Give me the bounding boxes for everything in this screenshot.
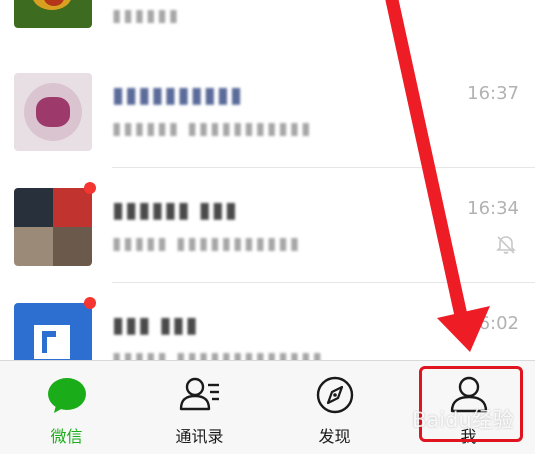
chat-preview: ▮▮▮▮▮ ▮▮▮▮▮▮▮▮▮▮▮▮▮ <box>112 349 324 360</box>
tab-label: 微信 <box>50 427 83 446</box>
contacts-icon <box>179 377 219 411</box>
tab-discover[interactable]: 发现 <box>268 361 401 454</box>
chat-list: ▮▮▮▮▮▮ ▮▮▮▮▮▮▮▮▮▮ 16:37 ▮▮▮▮▮▮ ▮▮▮▮▮▮▮▮▮… <box>0 0 535 360</box>
chat-name: ▮▮▮ ▮▮▮ <box>112 313 199 338</box>
mute-bell-icon <box>496 236 516 254</box>
tab-contacts[interactable]: 通讯录 <box>133 361 266 454</box>
tab-chats[interactable]: 微信 <box>0 361 133 454</box>
watermark: Baidu经验 <box>412 408 514 432</box>
row-divider <box>112 282 535 283</box>
chat-name: ▮▮▮▮▮▮▮▮▮▮ <box>112 83 244 108</box>
unread-dot <box>84 297 96 309</box>
chat-avatar <box>14 303 92 360</box>
chat-avatar <box>14 73 92 151</box>
chat-preview: ▮▮▮▮▮ ▮▮▮▮▮▮▮▮▮▮▮ <box>112 234 302 254</box>
chat-row[interactable]: ▮▮▮ ▮▮▮ 6:02 ▮▮▮▮▮ ▮▮▮▮▮▮▮▮▮▮▮▮▮ <box>0 285 535 360</box>
chat-avatar <box>14 0 92 28</box>
unread-dot <box>84 182 96 194</box>
row-divider <box>112 167 535 168</box>
chat-time: 6:02 <box>478 313 519 334</box>
chat-name: ▮▮▮▮▮▮ ▮▮▮ <box>112 198 238 223</box>
chat-time: 16:34 <box>467 198 519 219</box>
chat-preview: ▮▮▮▮▮▮ <box>112 6 181 26</box>
chat-row[interactable]: ▮▮▮▮▮▮▮▮▮▮ 16:37 ▮▮▮▮▮▮ ▮▮▮▮▮▮▮▮▮▮▮ <box>0 55 535 168</box>
compass-icon <box>316 376 353 414</box>
chat-bubble-icon <box>47 378 86 413</box>
chat-time: 16:37 <box>467 83 519 104</box>
chat-avatar <box>14 188 92 266</box>
tab-label: 通讯录 <box>175 427 224 446</box>
chat-row[interactable]: ▮▮▮▮▮▮ <box>0 0 535 48</box>
wechat-screen: ▮▮▮▮▮▮ ▮▮▮▮▮▮▮▮▮▮ 16:37 ▮▮▮▮▮▮ ▮▮▮▮▮▮▮▮▮… <box>0 0 535 454</box>
tab-label: 发现 <box>318 427 351 446</box>
chat-row[interactable]: ▮▮▮▮▮▮ ▮▮▮ 16:34 ▮▮▮▮▮ ▮▮▮▮▮▮▮▮▮▮▮ <box>0 170 535 283</box>
chat-preview: ▮▮▮▮▮▮ ▮▮▮▮▮▮▮▮▮▮▮ <box>112 119 313 139</box>
